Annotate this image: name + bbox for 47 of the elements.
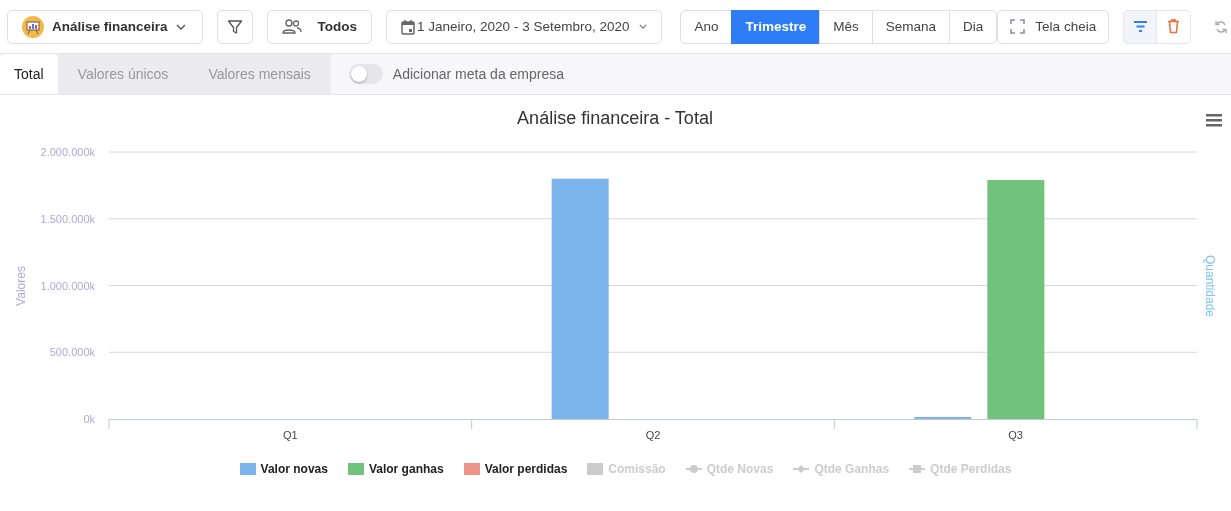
owner-select[interactable]: Todos <box>266 9 373 44</box>
period-tab[interactable]: Mês <box>819 9 873 44</box>
line-marker-icon <box>909 465 926 473</box>
legend-label: Valor perdidas <box>484 462 568 476</box>
fullscreen-icon <box>1010 19 1026 34</box>
x-axis-label: Q3 <box>1008 429 1023 441</box>
legend-swatch-icon <box>587 463 604 475</box>
y-axis-label: 1.500.000k <box>40 212 95 225</box>
y-axis-label: 1.000.000k <box>40 279 95 292</box>
legend-item[interactable]: Valor novas <box>239 462 328 476</box>
refresh-icon[interactable] <box>1215 19 1228 34</box>
y-axis-label: 500.000k <box>49 346 95 359</box>
menu-icon[interactable] <box>1206 114 1222 127</box>
date-range-picker[interactable]: 1 Janeiro, 2020 - 3 Setembro, 2020 <box>386 9 663 44</box>
x-axis-label: Q2 <box>645 429 661 441</box>
filter-button[interactable] <box>216 9 253 44</box>
toggle-switch[interactable] <box>348 64 383 84</box>
chevron-down-icon <box>175 23 186 30</box>
legend-item[interactable]: Valor ganhas <box>347 462 444 476</box>
calendar-icon <box>401 18 416 35</box>
period-tab[interactable]: Trimestre <box>731 9 821 44</box>
legend-label: Valor ganhas <box>368 462 444 476</box>
chart-title: Análise financeira - Total <box>517 108 713 128</box>
toggle-label: Adicionar meta da empresa <box>392 66 565 82</box>
trash-icon <box>1167 19 1181 34</box>
period-tab[interactable]: Semana <box>871 9 951 44</box>
right-axis-title: Quantidade <box>1203 254 1217 318</box>
y-axis-title: Valores <box>14 266 28 306</box>
filter-lines-icon <box>1133 21 1147 32</box>
sort-filter-button[interactable] <box>1123 9 1158 44</box>
period-tab[interactable]: Ano <box>680 9 733 44</box>
x-axis-label: Q1 <box>283 429 298 441</box>
chevron-down-icon <box>639 24 648 29</box>
users-icon <box>281 19 302 34</box>
report-select[interactable]: Análise financeira <box>7 9 203 44</box>
filter-icon <box>226 18 243 35</box>
y-axis-label: 2.000.000k <box>40 146 95 158</box>
line-marker-icon <box>685 465 702 473</box>
presentation-board-icon <box>22 15 44 38</box>
legend-item[interactable]: Valor perdidas <box>463 462 568 476</box>
legend-label: Valor novas <box>260 462 328 476</box>
view-tab[interactable]: Total <box>0 54 58 94</box>
period-tab[interactable]: Dia <box>949 9 998 44</box>
y-axis-label: 0k <box>83 413 95 425</box>
fullscreen-button[interactable]: Tela cheia <box>997 9 1110 44</box>
delete-button[interactable] <box>1157 9 1192 44</box>
line-marker-icon <box>793 465 810 473</box>
